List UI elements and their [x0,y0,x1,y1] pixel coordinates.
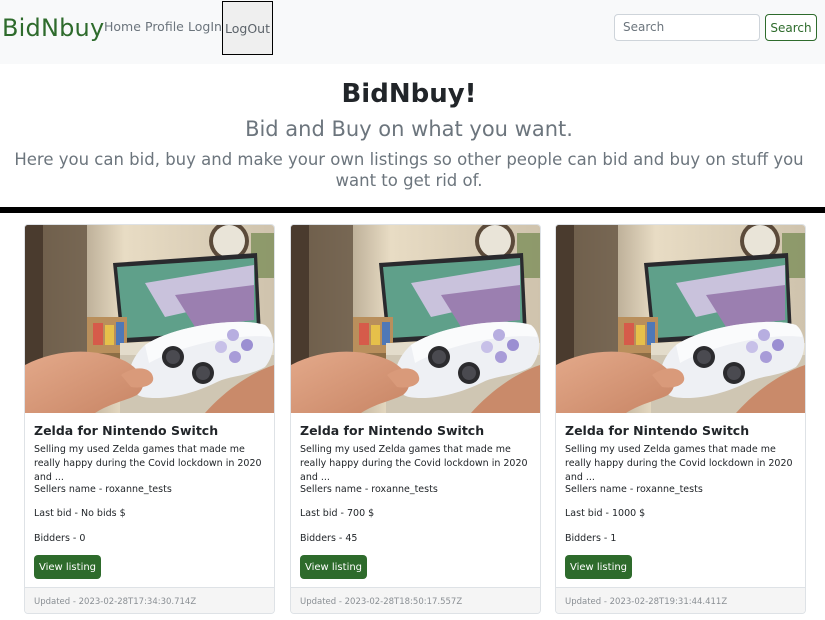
listing-description: Selling my used Zelda games that made me… [300,444,528,483]
listing-bidders: Bidders - 45 [300,533,358,544]
view-listing-label: View listing [569,561,628,573]
listing-seller: Sellers name - roxanne_tests [300,484,438,495]
listing-card: Zelda for Nintendo Switch Selling my use… [290,224,541,614]
nav-link-login[interactable]: LogIn [188,19,222,34]
listing-last-bid: Last bid - 1000 $ [565,508,646,519]
listing-image [291,225,540,413]
brand-logo[interactable]: BidNbuy [2,14,104,42]
view-listing-label: View listing [304,561,363,573]
game-controller-photo-icon [291,225,540,413]
listing-image [25,225,274,413]
view-listing-button[interactable]: View listing [565,555,632,579]
page-subtitle: Bid and Buy on what you want. [245,117,573,141]
listing-title: Zelda for Nintendo Switch [565,423,750,438]
nav-link-home[interactable]: Home [104,19,141,34]
game-controller-photo-icon [556,225,805,413]
game-controller-photo-icon [25,225,274,413]
listing-card: Zelda for Nintendo Switch Selling my use… [555,224,806,614]
logout-label: LogOut [225,20,270,36]
view-listing-label: View listing [38,561,97,573]
navbar: BidNbuy Home Profile LogIn LogOut Search… [0,0,825,64]
section-divider [0,207,825,213]
listing-description: Selling my used Zelda games that made me… [565,444,793,483]
nav-link-profile[interactable]: Profile [145,19,184,34]
listing-footer: Updated - 2023-02-28T18:50:17.557Z [291,587,540,613]
listing-seller: Sellers name - roxanne_tests [565,484,703,495]
listing-title: Zelda for Nintendo Switch [300,423,485,438]
search-input[interactable]: Search [614,14,760,41]
search-button-label: Search [770,20,812,35]
search-button[interactable]: Search [765,14,817,41]
listing-seller: Sellers name - roxanne_tests [34,484,172,495]
listing-bidders: Bidders - 0 [34,533,86,544]
listing-updated: Updated - 2023-02-28T18:50:17.557Z [300,597,463,607]
view-listing-button[interactable]: View listing [34,555,101,579]
listing-image [556,225,805,413]
view-listing-button[interactable]: View listing [300,555,367,579]
page-intro-text: Here you can bid, buy and make your own … [14,150,804,190]
listing-title: Zelda for Nintendo Switch [34,423,219,438]
listing-bidders: Bidders - 1 [565,533,617,544]
listing-footer: Updated - 2023-02-28T17:34:30.714Z [25,587,274,613]
listing-updated: Updated - 2023-02-28T17:34:30.714Z [34,597,197,607]
logout-button[interactable]: LogOut [222,1,273,55]
listing-last-bid: Last bid - No bids $ [34,508,126,519]
listing-card: Zelda for Nintendo Switch Selling my use… [24,224,275,614]
listing-description: Selling my used Zelda games that made me… [34,444,262,483]
listing-updated: Updated - 2023-02-28T19:31:44.411Z [565,597,728,607]
listing-last-bid: Last bid - 700 $ [300,508,375,519]
listing-footer: Updated - 2023-02-28T19:31:44.411Z [556,587,805,613]
page-title: BidNbuy! [341,79,477,109]
